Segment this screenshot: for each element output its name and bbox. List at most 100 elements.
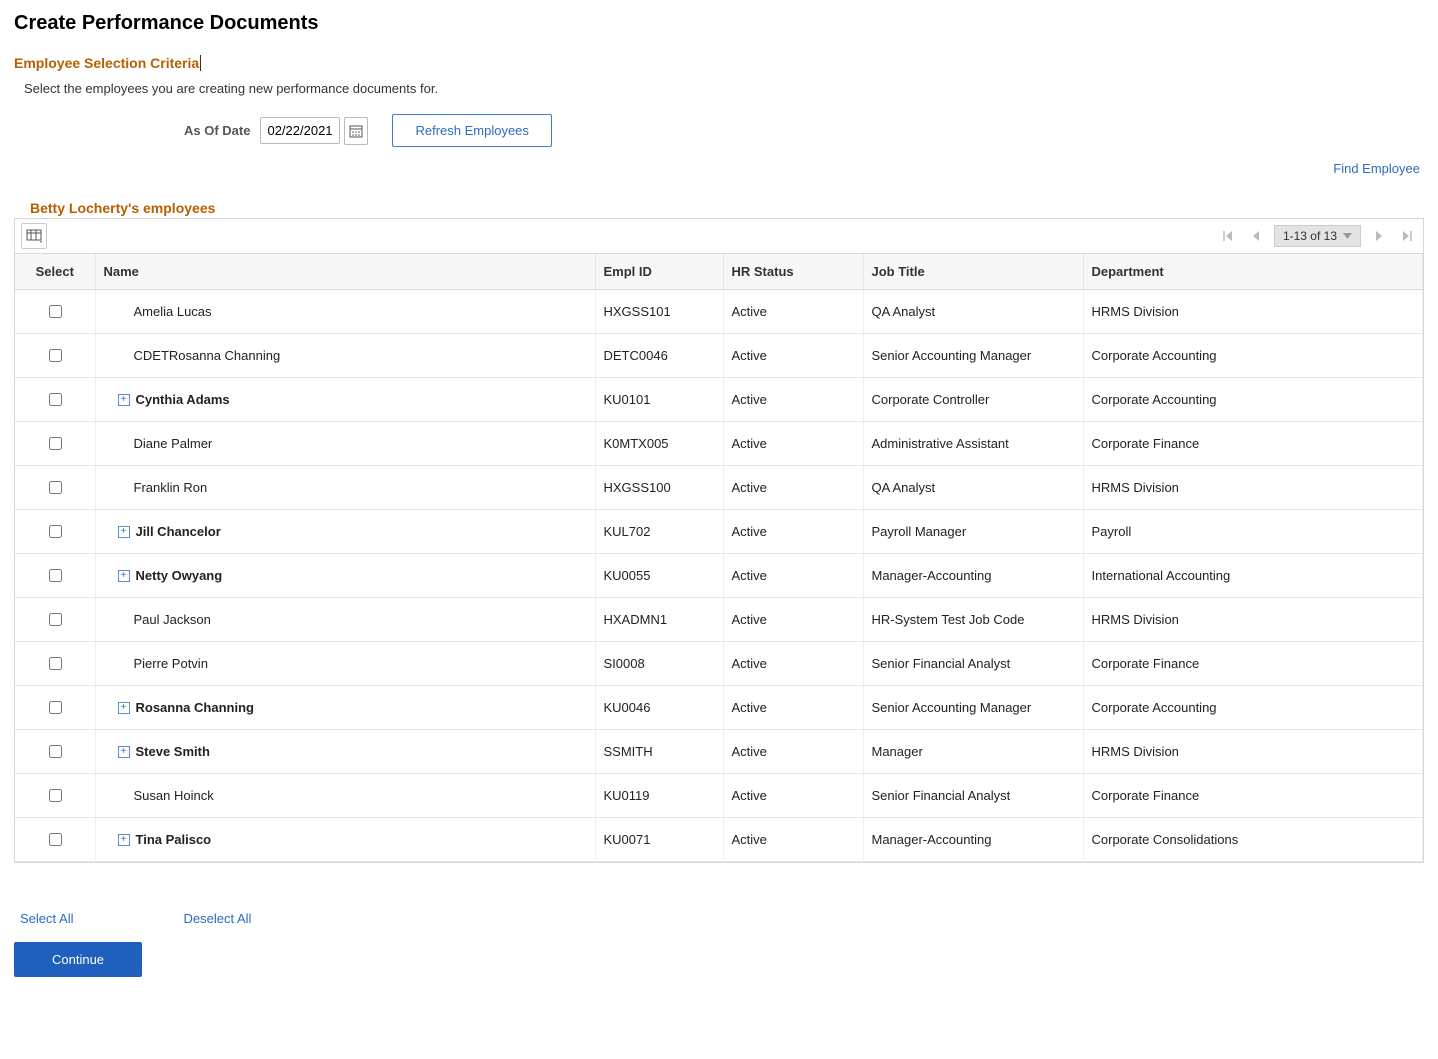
- name-cell: CDETRosanna Channing: [95, 334, 595, 378]
- select-cell: [15, 290, 95, 334]
- employee-name: CDETRosanna Channing: [134, 348, 281, 363]
- deselect-all-link[interactable]: Deselect All: [183, 911, 251, 926]
- hr-cell: Active: [723, 598, 863, 642]
- select-cell: [15, 686, 95, 730]
- select-all-link[interactable]: Select All: [20, 911, 73, 926]
- hr-cell: Active: [723, 378, 863, 422]
- asof-label: As Of Date: [184, 123, 250, 138]
- job-cell: Corporate Controller: [863, 378, 1083, 422]
- pager-next-button[interactable]: [1369, 226, 1389, 246]
- employee-name: Jill Chancelor: [136, 524, 221, 539]
- table-row: CDETRosanna ChanningDETC0046ActiveSenior…: [15, 334, 1423, 378]
- employee-grid: Select Name Empl ID HR Status Job Title …: [15, 254, 1423, 862]
- employee-name: Susan Hoinck: [134, 788, 214, 803]
- col-hr[interactable]: HR Status: [723, 254, 863, 290]
- row-select-checkbox[interactable]: [49, 833, 62, 846]
- row-select-checkbox[interactable]: [49, 393, 62, 406]
- row-select-checkbox[interactable]: [49, 349, 62, 362]
- job-cell: Manager-Accounting: [863, 818, 1083, 862]
- hr-cell: Active: [723, 818, 863, 862]
- name-cell: Amelia Lucas: [95, 290, 595, 334]
- table-row: +Tina PaliscoKU0071ActiveManager-Account…: [15, 818, 1423, 862]
- row-select-checkbox[interactable]: [49, 745, 62, 758]
- row-select-checkbox[interactable]: [49, 437, 62, 450]
- hr-cell: Active: [723, 730, 863, 774]
- hr-cell: Active: [723, 510, 863, 554]
- pager-last-button[interactable]: [1397, 226, 1417, 246]
- name-cell: + Jill Chancelor: [95, 510, 595, 554]
- table-row: Amelia LucasHXGSS101ActiveQA AnalystHRMS…: [15, 290, 1423, 334]
- name-cell: Franklin Ron: [95, 466, 595, 510]
- grid-heading: Betty Locherty's employees: [30, 200, 1424, 216]
- dept-cell: International Accounting: [1083, 554, 1423, 598]
- select-cell: [15, 730, 95, 774]
- next-page-icon: [1375, 231, 1383, 241]
- col-select[interactable]: Select: [15, 254, 95, 290]
- emplid-cell: DETC0046: [595, 334, 723, 378]
- calendar-button[interactable]: [344, 117, 368, 145]
- emplid-cell: KU0071: [595, 818, 723, 862]
- expand-row-icon[interactable]: +: [118, 834, 130, 846]
- col-dept[interactable]: Department: [1083, 254, 1423, 290]
- emplid-cell: K0MTX005: [595, 422, 723, 466]
- name-cell: + Steve Smith: [95, 730, 595, 774]
- table-row: +Cynthia AdamsKU0101ActiveCorporate Cont…: [15, 378, 1423, 422]
- hr-cell: Active: [723, 334, 863, 378]
- row-select-checkbox[interactable]: [49, 789, 62, 802]
- table-row: +Jill ChancelorKUL702ActivePayroll Manag…: [15, 510, 1423, 554]
- emplid-cell: SSMITH: [595, 730, 723, 774]
- col-job[interactable]: Job Title: [863, 254, 1083, 290]
- calendar-icon: [349, 124, 363, 138]
- hr-cell: Active: [723, 290, 863, 334]
- select-cell: [15, 818, 95, 862]
- continue-button[interactable]: Continue: [14, 942, 142, 977]
- row-select-checkbox[interactable]: [49, 481, 62, 494]
- job-cell: Administrative Assistant: [863, 422, 1083, 466]
- expand-row-icon[interactable]: +: [118, 570, 130, 582]
- emplid-cell: HXGSS100: [595, 466, 723, 510]
- job-cell: Manager: [863, 730, 1083, 774]
- pager-range-text: 1-13 of 13: [1283, 229, 1337, 243]
- row-select-checkbox[interactable]: [49, 525, 62, 538]
- hr-cell: Active: [723, 774, 863, 818]
- table-row: +Netty OwyangKU0055ActiveManager-Account…: [15, 554, 1423, 598]
- grid-menu-button[interactable]: [21, 223, 47, 249]
- select-cell: [15, 774, 95, 818]
- first-page-icon: [1223, 231, 1233, 241]
- employee-name: Netty Owyang: [136, 568, 223, 583]
- row-select-checkbox[interactable]: [49, 657, 62, 670]
- row-select-checkbox[interactable]: [49, 305, 62, 318]
- expand-row-icon[interactable]: +: [118, 526, 130, 538]
- emplid-cell: HXGSS101: [595, 290, 723, 334]
- select-cell: [15, 642, 95, 686]
- pager-range-button[interactable]: 1-13 of 13: [1274, 225, 1361, 247]
- col-emplid[interactable]: Empl ID: [595, 254, 723, 290]
- refresh-employees-button[interactable]: Refresh Employees: [392, 114, 551, 147]
- dept-cell: Corporate Finance: [1083, 642, 1423, 686]
- select-cell: [15, 334, 95, 378]
- job-cell: Manager-Accounting: [863, 554, 1083, 598]
- select-cell: [15, 598, 95, 642]
- expand-row-icon[interactable]: +: [118, 394, 130, 406]
- select-cell: [15, 554, 95, 598]
- row-select-checkbox[interactable]: [49, 569, 62, 582]
- employee-name: Paul Jackson: [134, 612, 211, 627]
- col-name[interactable]: Name: [95, 254, 595, 290]
- row-select-checkbox[interactable]: [49, 701, 62, 714]
- prev-page-icon: [1252, 231, 1260, 241]
- name-cell: Paul Jackson: [95, 598, 595, 642]
- row-select-checkbox[interactable]: [49, 613, 62, 626]
- hr-cell: Active: [723, 422, 863, 466]
- find-employee-link[interactable]: Find Employee: [1333, 161, 1420, 176]
- pager-prev-button[interactable]: [1246, 226, 1266, 246]
- expand-row-icon[interactable]: +: [118, 746, 130, 758]
- job-cell: Senior Financial Analyst: [863, 642, 1083, 686]
- expand-row-icon[interactable]: +: [118, 702, 130, 714]
- asof-date-input[interactable]: [260, 117, 340, 144]
- pager-first-button[interactable]: [1218, 226, 1238, 246]
- employee-name: Cynthia Adams: [136, 392, 230, 407]
- hr-cell: Active: [723, 466, 863, 510]
- employee-name: Steve Smith: [136, 744, 210, 759]
- select-cell: [15, 510, 95, 554]
- intro-text: Select the employees you are creating ne…: [24, 81, 1424, 96]
